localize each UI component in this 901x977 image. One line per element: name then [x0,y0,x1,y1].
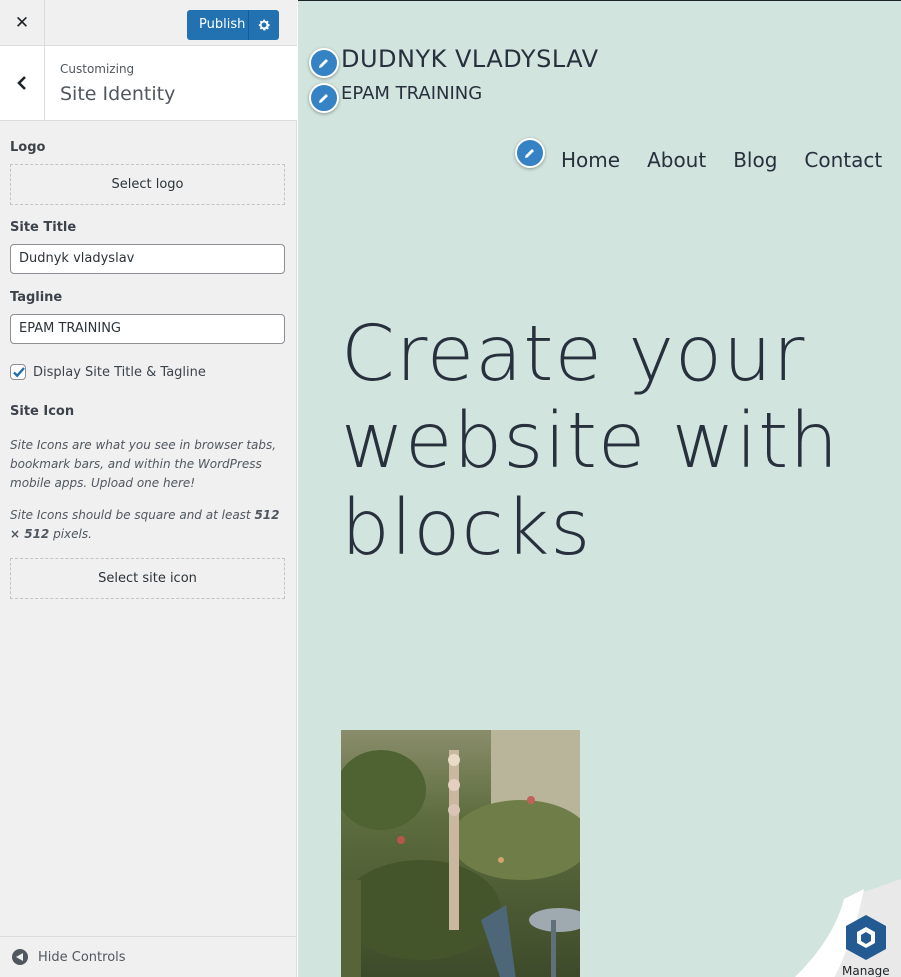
section-header: Customizing Site Identity [0,46,297,121]
customizer-panel: ✕ Publish Customizing Site Identity Logo… [0,0,297,977]
site-icon-description: Site Icons are what you see in browser t… [10,438,277,490]
site-title-input[interactable]: Dudnyk vladyslav [10,244,285,274]
primary-menu: Home About Blog Contact [561,148,901,172]
display-title-tagline-label: Display Site Title & Tagline [33,364,206,380]
back-button[interactable] [0,46,45,120]
close-button[interactable]: ✕ [0,0,45,46]
preview-tagline: EPAM TRAINING [341,83,483,104]
collapse-arrow-icon [12,949,28,965]
gear-icon[interactable] [248,10,279,40]
checkmark-icon [13,367,25,378]
nav-item-about[interactable]: About [647,148,706,172]
display-title-tagline-checkbox[interactable] [10,364,26,380]
hide-controls-button[interactable]: Hide Controls [0,936,297,977]
nav-item-contact[interactable]: Contact [804,148,882,172]
hero-heading: Create your website with blocks [341,310,840,573]
publish-label: Publish [199,17,246,32]
size-note-prefix: Site Icons should be square and at least [10,508,255,522]
section-title: Site Identity [60,83,176,105]
tagline-label: Tagline [10,290,63,305]
manage-widget[interactable]: Manage [794,879,901,977]
chevron-left-icon [17,76,26,90]
size-note-suffix: pixels. [49,527,92,541]
customizer-header: ✕ Publish [0,0,297,46]
nav-item-home[interactable]: Home [561,148,620,172]
logo-label: Logo [10,140,46,155]
edit-tagline-pencil-icon[interactable] [309,83,339,113]
select-logo-button[interactable]: Select logo [10,164,285,205]
site-icon-size-note: Site Icons should be square and at least… [10,506,280,544]
manage-label: Manage [842,964,890,977]
tagline-input[interactable]: EPAM TRAINING [10,314,285,344]
breadcrumb: Customizing [60,62,135,76]
site-title-label: Site Title [10,220,77,235]
preview-site-title[interactable]: DUDNYK VLADYSLAV [341,45,599,73]
select-site-icon-button[interactable]: Select site icon [10,558,285,599]
site-icon-label: Site Icon [10,404,75,419]
edit-menu-pencil-icon[interactable] [515,138,545,168]
site-preview: DUDNYK VLADYSLAV EPAM TRAINING Home Abou… [298,0,901,977]
nav-item-blog[interactable]: Blog [733,148,777,172]
hide-controls-label: Hide Controls [38,949,126,965]
publish-button[interactable]: Publish [187,10,279,40]
edit-site-title-pencil-icon[interactable] [309,48,339,78]
close-icon: ✕ [14,13,30,33]
display-title-tagline-row: Display Site Title & Tagline [10,364,206,380]
garden-painting-image [341,730,580,977]
